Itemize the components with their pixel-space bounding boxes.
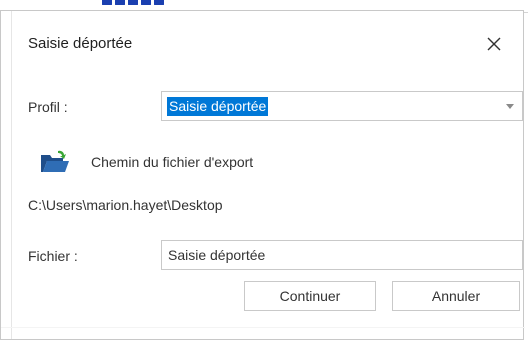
- export-path-value: C:\Users\marion.hayet\Desktop: [28, 197, 223, 213]
- fichier-input[interactable]: [161, 240, 523, 270]
- open-folder-icon[interactable]: [39, 149, 71, 175]
- dialog-titlebar: Saisie déportée: [1, 11, 523, 65]
- dialog-bottom-divider: [1, 327, 525, 328]
- chevron-down-icon[interactable]: [506, 104, 514, 109]
- saisie-deportee-dialog: Saisie déportée Profil : Saisie déportée…: [0, 10, 525, 340]
- profil-label: Profil :: [28, 99, 68, 115]
- dialog-title: Saisie déportée: [28, 35, 133, 52]
- cancel-button[interactable]: Annuler: [392, 281, 520, 311]
- profil-select[interactable]: Saisie déportée: [161, 91, 523, 121]
- background-window-text-fragment: [102, 0, 192, 5]
- continue-button[interactable]: Continuer: [244, 281, 376, 311]
- close-icon: [487, 37, 501, 51]
- profil-selected-value: Saisie déportée: [167, 97, 269, 116]
- close-button[interactable]: [479, 29, 509, 59]
- export-path-label: Chemin du fichier d'export: [91, 154, 254, 170]
- fichier-label: Fichier :: [28, 248, 78, 264]
- export-path-row[interactable]: Chemin du fichier d'export: [39, 147, 253, 177]
